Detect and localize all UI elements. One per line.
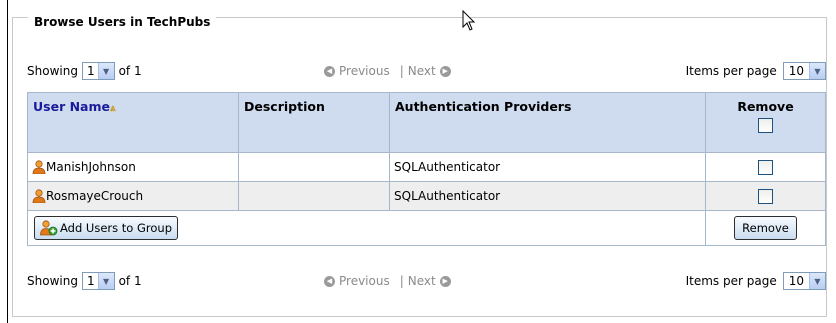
showing-group: Showing 1 ▼ of 1 <box>27 62 142 80</box>
users-table: User Name⩓ Description Authentication Pr… <box>27 92 826 246</box>
page-nav: ◀ Previous | Next ▶ <box>324 64 451 78</box>
remove-checkbox[interactable] <box>758 159 773 175</box>
add-users-label: Add Users to Group <box>60 221 172 235</box>
items-per-page-group: Items per page 10 ▼ <box>686 272 826 290</box>
user-name-sort-link[interactable]: User Name <box>33 99 110 114</box>
page-select-value: 1 <box>86 64 95 78</box>
items-per-page-group: Items per page 10 ▼ <box>686 62 826 80</box>
nav-separator: | <box>399 64 404 78</box>
table-row: RosmayeCrouch SQLAuthenticator <box>27 181 826 211</box>
items-per-page-select[interactable]: 10 ▼ <box>782 272 826 290</box>
showing-label: Showing <box>27 274 78 288</box>
user-name: ManishJohnson <box>46 160 136 174</box>
header-auth-providers: Authentication Providers <box>389 92 706 153</box>
items-per-page-select[interactable]: 10 ▼ <box>782 62 826 80</box>
description-cell <box>238 181 390 211</box>
header-remove-label: Remove <box>737 99 794 114</box>
user-name-cell: RosmayeCrouch <box>27 181 239 211</box>
description-cell <box>238 152 390 182</box>
add-users-cell: Add Users to Group <box>27 210 706 246</box>
panel-title: Browse Users in TechPubs <box>28 15 217 29</box>
next-arrow-icon[interactable]: ▶ <box>439 65 451 77</box>
user-name-cell: ManishJohnson <box>27 152 239 182</box>
remove-cell <box>705 181 826 211</box>
chevron-down-icon[interactable]: ▼ <box>809 63 825 79</box>
remove-button[interactable]: Remove <box>734 216 797 240</box>
table-row: ManishJohnson SQLAuthenticator <box>27 152 826 182</box>
previous-link[interactable]: Previous <box>339 64 390 78</box>
header-description: Description <box>238 92 390 153</box>
previous-link[interactable]: Previous <box>339 274 390 288</box>
showing-label: Showing <box>27 64 78 78</box>
add-user-icon <box>40 220 58 236</box>
user-icon <box>32 189 46 203</box>
previous-arrow-icon[interactable]: ◀ <box>324 65 335 77</box>
header-user-name[interactable]: User Name⩓ <box>27 92 239 153</box>
add-users-to-group-button[interactable]: Add Users to Group <box>34 216 178 240</box>
chevron-down-icon[interactable]: ▼ <box>809 273 825 289</box>
auth-provider-cell: SQLAuthenticator <box>389 181 706 211</box>
remove-checkbox[interactable] <box>758 188 773 204</box>
page-count-label: of 1 <box>118 64 142 78</box>
remove-button-cell: Remove <box>705 210 826 246</box>
pager-top: Showing 1 ▼ of 1 ◀ Previous | Next ▶ Ite… <box>27 58 826 82</box>
mouse-cursor-icon <box>462 10 476 31</box>
sort-ascending-icon[interactable]: ⩓ <box>110 103 116 114</box>
header-remove: Remove <box>705 92 826 153</box>
remove-button-label: Remove <box>742 221 789 235</box>
nav-separator: | <box>399 274 404 288</box>
select-all-checkbox[interactable] <box>758 118 773 133</box>
window-edge <box>7 0 8 323</box>
page-nav: ◀ Previous | Next ▶ <box>324 274 451 288</box>
pager-bottom: Showing 1 ▼ of 1 ◀ Previous | Next ▶ Ite… <box>27 268 826 292</box>
table-actions-row: Add Users to Group Remove <box>27 210 826 246</box>
page-select[interactable]: 1 ▼ <box>81 272 115 290</box>
items-per-page-label: Items per page <box>685 274 777 288</box>
items-per-page-label: Items per page <box>685 64 777 78</box>
chevron-down-icon[interactable]: ▼ <box>97 273 114 289</box>
items-per-page-value: 10 <box>788 64 804 78</box>
page-select[interactable]: 1 ▼ <box>81 62 115 80</box>
chevron-down-icon[interactable]: ▼ <box>97 63 114 79</box>
user-icon <box>32 160 46 174</box>
remove-cell <box>705 152 826 182</box>
page-count-label: of 1 <box>118 274 142 288</box>
showing-group: Showing 1 ▼ of 1 <box>27 272 142 290</box>
previous-arrow-icon[interactable]: ◀ <box>324 275 335 287</box>
page-select-value: 1 <box>86 274 95 288</box>
user-name: RosmayeCrouch <box>46 189 144 203</box>
next-arrow-icon[interactable]: ▶ <box>439 275 451 287</box>
next-link[interactable]: Next <box>408 64 436 78</box>
table-header-row: User Name⩓ Description Authentication Pr… <box>27 92 826 153</box>
auth-provider-cell: SQLAuthenticator <box>389 152 706 182</box>
next-link[interactable]: Next <box>408 274 436 288</box>
items-per-page-value: 10 <box>788 274 804 288</box>
